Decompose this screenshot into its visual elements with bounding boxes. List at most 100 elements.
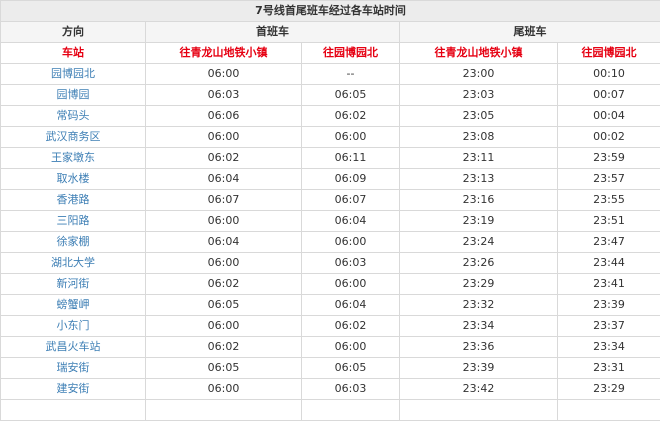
last-train-yuanboyuanbei-time: 00:10 [558,64,660,85]
last-train-qinglongshan-time: 23:26 [400,253,558,274]
last-train-yuanboyuanbei-time: 00:07 [558,85,660,106]
table-row: 王家墩东06:0206:1123:1123:59 [1,148,660,169]
first-train-qinglongshan-time: 06:00 [146,127,302,148]
first-train-qinglongshan-time: 06:00 [146,64,302,85]
station-link[interactable]: 王家墩东 [1,148,146,169]
first-dir-qinglongshan-header: 往青龙山地铁小镇 [146,43,302,64]
direction-row: 车站 往青龙山地铁小镇 往园博园北 往青龙山地铁小镇 往园博园北 [1,43,660,64]
last-train-qinglongshan-time: 23:00 [400,64,558,85]
station-link[interactable]: 园博园 [1,85,146,106]
station-link[interactable]: 湖北大学 [1,253,146,274]
first-train-qinglongshan-time: 06:03 [146,85,302,106]
first-train-yuanboyuanbei-time: -- [302,64,400,85]
first-train-yuanboyuanbei-time: 06:00 [302,127,400,148]
station-link[interactable]: 园博园北 [1,64,146,85]
table-row: 新河街06:0206:0023:2923:41 [1,274,660,295]
last-train-qinglongshan-time [400,400,558,421]
last-train-yuanboyuanbei-time: 23:55 [558,190,660,211]
first-train-yuanboyuanbei-time: 06:03 [302,253,400,274]
first-train-qinglongshan-time: 06:04 [146,232,302,253]
last-train-header: 尾班车 [400,22,660,43]
first-train-qinglongshan-time: 06:02 [146,337,302,358]
station-link[interactable] [1,400,146,421]
first-dir-yuanboyuanbei-header: 往园博园北 [302,43,400,64]
group-header-row: 方向 首班车 尾班车 [1,22,660,43]
last-train-qinglongshan-time: 23:13 [400,169,558,190]
last-train-qinglongshan-time: 23:36 [400,337,558,358]
first-train-header: 首班车 [146,22,400,43]
last-train-yuanboyuanbei-time: 23:31 [558,358,660,379]
table-row: 螃蟹岬06:0506:0423:3223:39 [1,295,660,316]
last-train-yuanboyuanbei-time: 23:39 [558,295,660,316]
table-row: 常码头06:0606:0223:0500:04 [1,106,660,127]
first-train-yuanboyuanbei-time: 06:00 [302,232,400,253]
station-link[interactable]: 建安街 [1,379,146,400]
first-train-yuanboyuanbei-time: 06:03 [302,379,400,400]
first-train-qinglongshan-time [146,400,302,421]
last-train-qinglongshan-time: 23:16 [400,190,558,211]
first-train-qinglongshan-time: 06:02 [146,148,302,169]
table-row: 武昌火车站06:0206:0023:3623:34 [1,337,660,358]
station-link[interactable]: 徐家棚 [1,232,146,253]
first-train-yuanboyuanbei-time: 06:00 [302,274,400,295]
table-body: 园博园北06:00--23:0000:10园博园06:0306:0523:030… [1,64,660,421]
last-train-qinglongshan-time: 23:34 [400,316,558,337]
last-train-yuanboyuanbei-time: 23:59 [558,148,660,169]
table-title: 7号线首尾班车经过各车站时间 [1,1,660,22]
last-train-yuanboyuanbei-time: 23:37 [558,316,660,337]
last-dir-qinglongshan-header: 往青龙山地铁小镇 [400,43,558,64]
title-row: 7号线首尾班车经过各车站时间 [1,1,660,22]
station-link[interactable]: 螃蟹岬 [1,295,146,316]
first-train-qinglongshan-time: 06:00 [146,253,302,274]
station-link[interactable]: 小东门 [1,316,146,337]
last-train-qinglongshan-time: 23:08 [400,127,558,148]
last-train-qinglongshan-time: 23:05 [400,106,558,127]
table-row: 取水楼06:0406:0923:1323:57 [1,169,660,190]
last-train-yuanboyuanbei-time: 00:02 [558,127,660,148]
table-row [1,400,660,421]
last-train-yuanboyuanbei-time: 23:29 [558,379,660,400]
station-link[interactable]: 新河街 [1,274,146,295]
last-train-yuanboyuanbei-time: 23:34 [558,337,660,358]
first-train-yuanboyuanbei-time: 06:00 [302,337,400,358]
last-train-qinglongshan-time: 23:39 [400,358,558,379]
station-link[interactable]: 香港路 [1,190,146,211]
table-row: 香港路06:0706:0723:1623:55 [1,190,660,211]
first-train-yuanboyuanbei-time: 06:02 [302,106,400,127]
table-row: 三阳路06:0006:0423:1923:51 [1,211,660,232]
station-link[interactable]: 取水楼 [1,169,146,190]
station-link[interactable]: 三阳路 [1,211,146,232]
first-train-qinglongshan-time: 06:05 [146,358,302,379]
first-train-yuanboyuanbei-time: 06:05 [302,85,400,106]
last-train-yuanboyuanbei-time: 23:41 [558,274,660,295]
station-link[interactable]: 武汉商务区 [1,127,146,148]
first-train-qinglongshan-time: 06:00 [146,211,302,232]
last-train-yuanboyuanbei-time: 23:44 [558,253,660,274]
last-train-yuanboyuanbei-time: 00:04 [558,106,660,127]
table-row: 武汉商务区06:0006:0023:0800:02 [1,127,660,148]
last-dir-yuanboyuanbei-header: 往园博园北 [558,43,660,64]
last-train-qinglongshan-time: 23:03 [400,85,558,106]
first-train-yuanboyuanbei-time: 06:07 [302,190,400,211]
table-row: 徐家棚06:0406:0023:2423:47 [1,232,660,253]
first-train-yuanboyuanbei-time: 06:04 [302,211,400,232]
first-train-yuanboyuanbei-time: 06:04 [302,295,400,316]
last-train-qinglongshan-time: 23:24 [400,232,558,253]
last-train-qinglongshan-time: 23:11 [400,148,558,169]
station-link[interactable]: 武昌火车站 [1,337,146,358]
table-row: 园博园06:0306:0523:0300:07 [1,85,660,106]
table-row: 瑞安街06:0506:0523:3923:31 [1,358,660,379]
first-train-yuanboyuanbei-time: 06:02 [302,316,400,337]
station-link[interactable]: 瑞安街 [1,358,146,379]
last-train-qinglongshan-time: 23:42 [400,379,558,400]
last-train-yuanboyuanbei-time: 23:51 [558,211,660,232]
station-header: 车站 [1,43,146,64]
first-train-yuanboyuanbei-time: 06:11 [302,148,400,169]
first-train-qinglongshan-time: 06:06 [146,106,302,127]
first-train-yuanboyuanbei-time: 06:09 [302,169,400,190]
station-link[interactable]: 常码头 [1,106,146,127]
table-row: 园博园北06:00--23:0000:10 [1,64,660,85]
last-train-yuanboyuanbei-time [558,400,660,421]
table-row: 湖北大学06:0006:0323:2623:44 [1,253,660,274]
last-train-qinglongshan-time: 23:19 [400,211,558,232]
